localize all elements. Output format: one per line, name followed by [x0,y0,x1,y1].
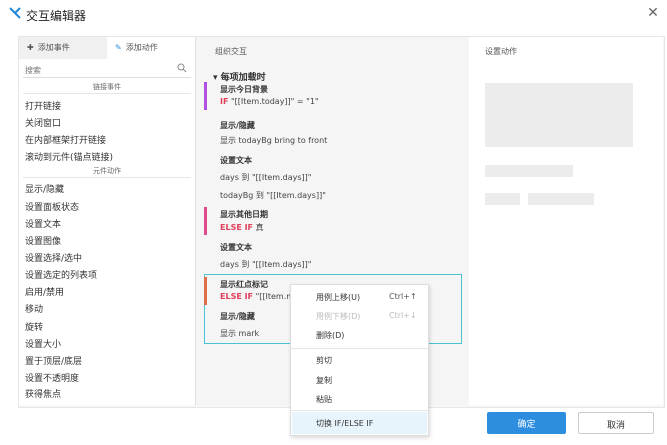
panel-title: 组织交互 [215,47,247,56]
tab-add-action[interactable]: ✎ 添加动作 [107,37,195,59]
condition-text: "[[Item.m [255,292,295,301]
action-detail[interactable]: days 到 "[[Item.days]]" [220,172,311,183]
action-item[interactable]: 移动 [25,302,43,315]
action-item[interactable]: 显示/隐藏 [25,182,64,195]
action-item[interactable]: 置于顶层/底层 [25,354,82,367]
case-condition[interactable]: IF "[[Item.today]]" = "1" [220,97,319,106]
placeholder-block [485,83,633,147]
action-item[interactable]: 获得焦点 [25,387,61,400]
section-link-events: 链接事件 [23,81,191,94]
menu-shortcut: Ctrl+↓ [389,311,417,320]
case-color-bar [204,277,207,305]
action-title[interactable]: 显示/隐藏 [220,311,255,322]
action-item[interactable]: 设置选定的列表项 [25,268,97,281]
placeholder-line [528,193,594,205]
add-action-icon: ✎ [115,43,122,52]
case-title[interactable]: 显示红点标记 [220,279,268,290]
action-detail[interactable]: todayBg 到 "[[Item.days]]" [220,190,326,201]
menu-item-paste[interactable]: 粘贴 [316,394,332,405]
action-detail[interactable]: 显示 todayBg bring to front [220,135,327,146]
action-item[interactable]: 设置大小 [25,337,61,350]
case-title[interactable]: 显示其他日期 [220,209,268,220]
menu-item-delete[interactable]: 删除(D) [316,330,344,341]
section-widget-actions: 元件动作 [23,165,191,178]
action-item[interactable]: 设置图像 [25,234,61,247]
action-detail[interactable]: 显示 mark [220,328,259,339]
action-item[interactable]: 关闭窗口 [25,116,61,129]
menu-item-cut[interactable]: 剪切 [316,355,332,366]
case-title[interactable]: 显示今日背景 [220,84,268,95]
context-menu: 用例上移(U) Ctrl+↑ 用例下移(D) Ctrl+↓ 删除(D) 剪切 复… [290,284,429,436]
action-item[interactable]: 设置不透明度 [25,371,79,384]
menu-separator [291,410,428,411]
condition-keyword: ELSE IF [220,292,254,301]
left-panel: ✚添加事件 ✎添加动作 链接事件 打开链接 关闭窗口 在内部框架打开链接 滚动到… [19,37,196,405]
action-title[interactable]: 设置文本 [220,242,252,253]
search-input[interactable] [23,63,175,77]
placeholder-line [485,165,573,177]
menu-item-toggle-if[interactable]: 切换 IF/ELSE IF [316,418,373,429]
menu-item-move-down[interactable]: 用例下移(D) [316,311,360,322]
case-condition[interactable]: ELSE IF 真 [220,222,264,233]
action-item[interactable]: 设置选择/选中 [25,251,82,264]
action-item[interactable]: 设置文本 [25,217,61,230]
cancel-button[interactable]: 取消 [578,412,654,434]
case-condition[interactable]: ELSE IF "[[Item.m [220,292,294,301]
ok-button[interactable]: 确定 [487,412,566,434]
action-item[interactable]: 旋转 [25,320,43,333]
window-title: 交互编辑器 [26,9,87,23]
panel-title: 设置动作 [485,47,517,56]
case-color-bar [204,207,207,235]
menu-item-move-up[interactable]: 用例上移(U) [316,292,360,303]
action-item[interactable]: 启用/禁用 [25,285,64,298]
condition-keyword: IF [220,97,229,106]
search-icon[interactable] [177,63,187,73]
tab-label: 添加事件 [37,43,70,52]
close-button[interactable]: ✕ [644,4,662,22]
menu-shortcut: Ctrl+↑ [389,292,417,301]
tab-add-event[interactable]: ✚ 添加事件 [19,37,107,59]
action-detail[interactable]: days 到 "[[Item.days]]" [220,259,311,270]
case-color-bar [204,82,207,110]
action-item[interactable]: 设置面板状态 [25,200,79,213]
condition-text: "[[Item.today]]" = "1" [231,97,319,106]
action-title[interactable]: 设置文本 [220,155,252,166]
menu-separator [291,348,428,349]
app-logo-icon [9,7,21,19]
placeholder-line [485,193,520,205]
action-title[interactable]: 显示/隐藏 [220,120,255,131]
tab-label: 添加动作 [125,43,158,52]
title-bar [0,0,667,30]
search-box [23,63,191,78]
event-header[interactable]: ▾ 每项加载时 [213,70,266,83]
condition-keyword: ELSE IF [220,223,254,232]
condition-text: 真 [255,223,264,232]
menu-item-copy[interactable]: 复制 [316,375,332,386]
action-item[interactable]: 打开链接 [25,99,61,112]
action-item[interactable]: 在内部框架打开链接 [25,133,106,146]
add-event-icon: ✚ [27,43,34,52]
action-item[interactable]: 滚动到元件(锚点链接) [25,150,113,163]
